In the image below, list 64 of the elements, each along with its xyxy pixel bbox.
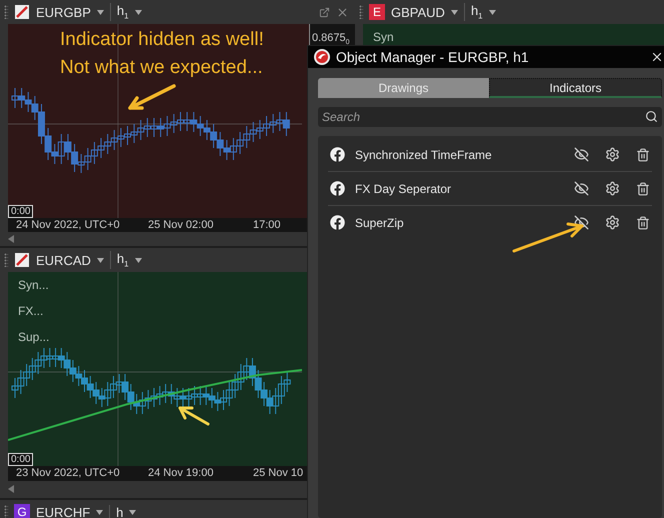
time-label: 17:00 — [253, 219, 281, 231]
chart-type-icon[interactable] — [14, 4, 30, 20]
indicator-name[interactable]: FX Day Seperator — [355, 182, 558, 196]
indicator-label: Syn — [373, 30, 394, 44]
indicator-icon — [330, 215, 345, 230]
indicator-label: Syn... — [18, 278, 50, 292]
trash-icon[interactable] — [636, 216, 650, 230]
search-field[interactable]: Search — [318, 107, 662, 127]
arrow-drawing — [128, 84, 176, 110]
caret-icon[interactable] — [96, 510, 104, 514]
caret-icon[interactable] — [96, 258, 104, 262]
time-marker: 0:00 — [8, 205, 34, 218]
arrow-drawing — [512, 222, 584, 252]
caret-icon[interactable] — [450, 10, 458, 14]
chart-canvas[interactable]: 0:00 Syn... FX... Sup... — [8, 272, 309, 466]
annotation-text: Indicator hidden as well! — [60, 28, 264, 52]
eye-off-icon[interactable] — [574, 147, 589, 162]
time-label: 24 Nov 2022, UTC+0 — [16, 219, 120, 231]
annotation-text: Not what we expected... — [60, 56, 264, 80]
chart-canvas[interactable]: Indicator hidden as well! Not what we expected... 0:00 — [8, 24, 309, 218]
indicator-name[interactable]: Synchronized TimeFrame — [355, 148, 558, 162]
group-badge[interactable]: G — [14, 504, 30, 518]
group-badge[interactable]: E — [369, 4, 385, 20]
time-label: 25 Nov 10 — [253, 467, 304, 479]
scroll-left-icon[interactable] — [8, 485, 14, 493]
timeframe-selector[interactable]: h — [109, 504, 124, 518]
time-label: 24 Nov 19:00 — [148, 467, 214, 479]
symbol-selector[interactable]: EURCHF — [36, 504, 90, 518]
window-title: Object Manager - EURGBP, h1 — [336, 49, 530, 65]
close-icon[interactable] — [650, 50, 664, 64]
symbol-selector[interactable]: EURCAD — [36, 252, 91, 268]
chart-type-icon[interactable] — [14, 252, 30, 268]
symbol-selector[interactable]: GBPAUD — [391, 4, 445, 20]
settings-icon[interactable] — [605, 215, 620, 230]
timeframe-selector[interactable]: h$_{1}$ — [464, 3, 483, 21]
caret-icon[interactable] — [129, 510, 136, 514]
time-label: 25 Nov 02:00 — [148, 219, 214, 231]
timeframe-selector[interactable]: h$_{1}$ — [110, 3, 129, 21]
eye-off-icon[interactable] — [574, 181, 589, 196]
caret-icon[interactable] — [134, 10, 142, 14]
symbol-selector[interactable]: EURGBP — [36, 4, 91, 20]
settings-icon[interactable] — [605, 147, 620, 162]
time-label: 23 Nov 2022, UTC+0 — [16, 467, 120, 479]
indicator-label: FX... — [18, 304, 44, 318]
caret-icon[interactable] — [96, 10, 104, 14]
indicator-name[interactable]: SuperZip — [355, 216, 558, 230]
timeframe-selector[interactable]: h$_{1}$ — [110, 251, 129, 269]
popout-icon[interactable] — [319, 6, 330, 18]
caret-icon[interactable] — [134, 258, 142, 262]
arrow-drawing — [178, 406, 210, 426]
settings-icon[interactable] — [605, 181, 620, 196]
indicator-icon — [330, 147, 345, 162]
search-icon[interactable] — [645, 110, 658, 123]
eye-off-icon[interactable] — [574, 215, 589, 230]
trash-icon[interactable] — [636, 182, 650, 196]
price-label: 0.8675$_{0}$ — [312, 32, 350, 46]
caret-icon[interactable] — [488, 10, 496, 14]
tab[interactable]: Indicators — [489, 78, 662, 98]
time-marker: 0:00 — [8, 453, 34, 466]
indicator-label: Sup... — [18, 330, 50, 344]
indicator-icon — [330, 181, 345, 196]
scroll-left-icon[interactable] — [8, 234, 14, 243]
logo-icon — [314, 49, 330, 65]
trash-icon[interactable] — [636, 148, 650, 162]
